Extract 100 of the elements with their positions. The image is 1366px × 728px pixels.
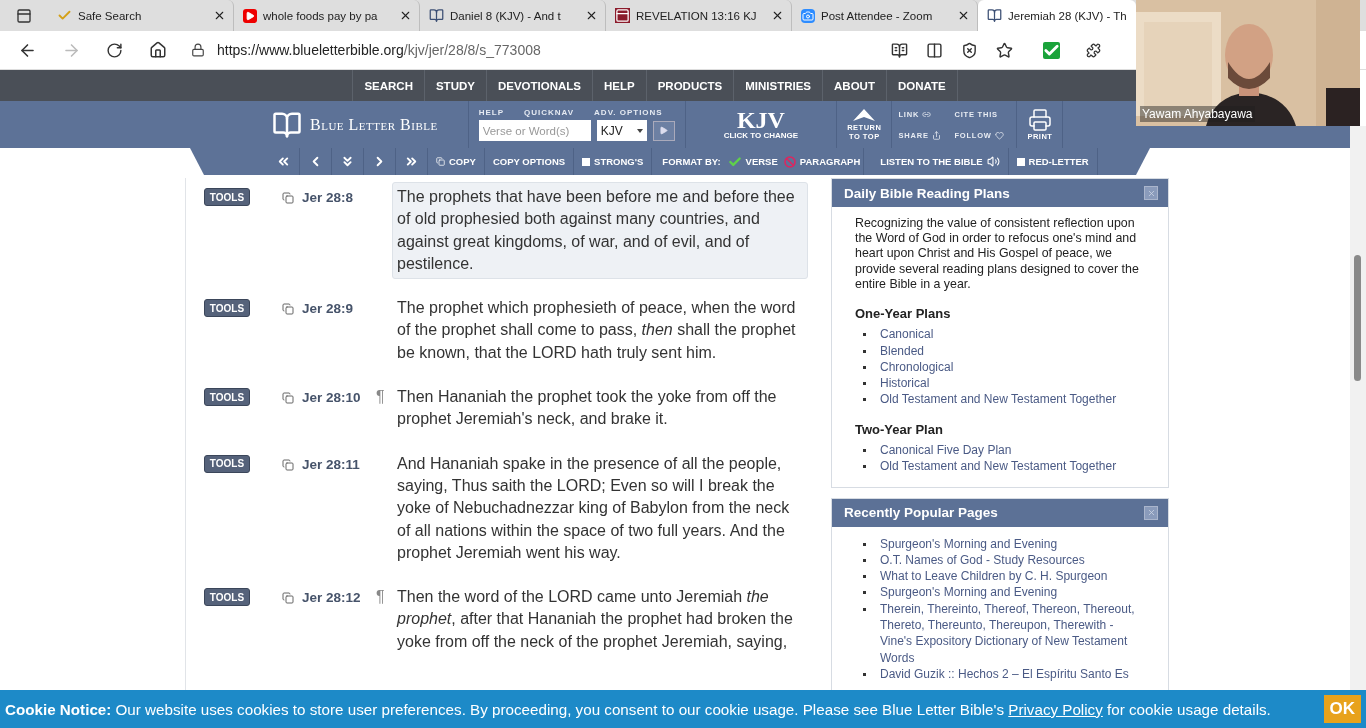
- privacy-policy-link[interactable]: Privacy Policy: [1008, 700, 1103, 718]
- reader-view-icon[interactable]: [926, 41, 943, 59]
- tab-actions-icon[interactable]: [16, 7, 32, 24]
- format-option[interactable]: VERSE: [724, 148, 781, 175]
- browser-tab[interactable]: Daniel 8 (KJV) - And t: [420, 0, 606, 31]
- toggle-option[interactable]: STRONG'S: [574, 148, 653, 175]
- bullet-icon: [863, 465, 866, 469]
- no-sign-icon: [783, 155, 796, 168]
- search-field[interactable]: Verse or Word(s): [478, 120, 591, 141]
- cookie-notice: Cookie Notice: Our website uses cookies to store user preferences. By proceeding, you consent to our cookie usage. Please see Blue Letter Bible's Privacy Policy for cookie usage details.: [5, 700, 1271, 718]
- go-button[interactable]: [652, 120, 675, 141]
- panel-intro: Recognizing the value of consistent reflection upon the Word of God in order to refocus one's mind and heart upon Christ and His Gospel of peace, we provide several reading plans designed to cover the entire Bible in a year.: [855, 216, 1140, 292]
- copy-icon[interactable]: [282, 458, 294, 471]
- panel-link[interactable]: Blended: [880, 342, 925, 359]
- panel-link[interactable]: Therein, Thereinto, Thereof, Thereon, Thereout, Thereto, Thereunto, Thereupon, Therewith - Vine's Expository Dictionary of New Testament Words: [880, 600, 1142, 666]
- extension-icon[interactable]: [1043, 41, 1060, 59]
- copy-button[interactable]: COPY: [428, 148, 485, 175]
- puzzle-icon[interactable]: [1086, 42, 1101, 58]
- verse-reference[interactable]: Jer 28:12: [302, 590, 376, 606]
- listen-button[interactable]: LISTEN TO THE BIBLE: [863, 148, 1009, 175]
- scrollbar[interactable]: [1350, 126, 1366, 690]
- double-right-icon: [404, 154, 419, 169]
- verse-text[interactable]: Then Hananiah the prophet took the yoke from off the prophet Jeremiah's neck, and brake it.: [392, 382, 808, 435]
- tools-button[interactable]: TOOLS: [204, 188, 250, 206]
- read-aloud-icon[interactable]: [891, 41, 908, 59]
- copy-icon: [436, 157, 445, 166]
- panel-link[interactable]: David Guzik :: Hechos 2 – El Espíritu Santo Es: [880, 665, 1129, 683]
- bullet-icon: [863, 365, 866, 369]
- checkbox[interactable]: [1016, 157, 1025, 166]
- tools-button[interactable]: TOOLS: [204, 588, 250, 607]
- panel-link[interactable]: Historical: [880, 375, 930, 392]
- browser-tab[interactable]: whole foods pay by pa: [234, 0, 420, 31]
- panel-link[interactable]: Old Testament and New Testament Together: [880, 391, 1117, 408]
- favorites-icon[interactable]: [996, 41, 1013, 59]
- panel-link[interactable]: Spurgeon's Morning and Evening: [880, 535, 1058, 552]
- copy-options-button[interactable]: COPY OPTIONS: [484, 148, 575, 175]
- verse-text[interactable]: The prophets that have been before me and before thee of old prophesied both against many countries, and against great kingdoms, of war, and of evil, and of pestilence.: [392, 182, 808, 280]
- verse-text[interactable]: The prophet which prophesieth of peace, when the word of the prophet shall come to pass, then shall the prophet be known, that the LORD hath truly sent him.: [392, 293, 808, 369]
- heart-icon: [994, 130, 1004, 140]
- close-icon[interactable]: [585, 9, 598, 22]
- panel-title: Recently Popular Pages: [844, 505, 998, 520]
- search-option-link[interactable]: HELP: [478, 108, 504, 117]
- home-icon[interactable]: [149, 41, 167, 59]
- format-label: FORMAT BY:: [661, 156, 722, 167]
- copy-icon[interactable]: [282, 592, 294, 605]
- browser-tab[interactable]: Jeremiah 28 (KJV) - Th: [978, 0, 1136, 31]
- verse-reference[interactable]: Jer 28:10: [302, 390, 376, 406]
- copy-icon[interactable]: [282, 392, 294, 405]
- book-icon: [429, 8, 444, 23]
- verse-reference[interactable]: Jer 28:9: [302, 301, 376, 317]
- panel-link[interactable]: Chronological: [880, 358, 954, 376]
- site-logo[interactable]: Blue Letter Bible: [272, 109, 438, 140]
- checkbox[interactable]: [582, 157, 591, 166]
- verse-text[interactable]: Then the word of the LORD came unto Jeremiah the prophet, after that Hananiah the prophet had broken the yoke from off the neck of the prophet Jeremiah, saying,: [392, 582, 808, 658]
- search-option-link[interactable]: ADV. OPTIONS: [594, 108, 663, 117]
- version-select[interactable]: KJV: [596, 120, 647, 141]
- format-option[interactable]: PARAGRAPH: [780, 148, 864, 175]
- share-icon: [931, 130, 941, 140]
- panel-link[interactable]: Canonical Five Day Plan: [880, 441, 1012, 459]
- refresh-icon[interactable]: [106, 41, 123, 59]
- close-icon: [1146, 508, 1156, 517]
- browser-tab[interactable]: Safe Search: [48, 0, 234, 31]
- bullet-icon: [863, 398, 866, 402]
- copy-icon[interactable]: [282, 303, 294, 316]
- close-icon[interactable]: [399, 9, 412, 22]
- tools-button[interactable]: TOOLS: [204, 299, 250, 318]
- panel-link[interactable]: Old Testament and New Testament Together: [880, 458, 1117, 475]
- search-option-link[interactable]: QUICKNAV: [524, 108, 575, 117]
- verse-reference[interactable]: Jer 28:8: [302, 190, 376, 205]
- verse-reference[interactable]: Jer 28:11: [302, 456, 376, 472]
- tools-button[interactable]: TOOLS: [204, 454, 250, 473]
- toggle-option[interactable]: RED-LETTER: [1008, 148, 1098, 175]
- browser-tab[interactable]: REVELATION 13:16 KJ: [606, 0, 792, 31]
- participant-name: Yawam Ahyabayawa: [1140, 106, 1255, 122]
- copy-icon[interactable]: [282, 192, 294, 204]
- close-icon[interactable]: [771, 9, 784, 22]
- verse-text[interactable]: And Hananiah spake in the presence of all the people, saying, Thus saith the LORD; Even so will I break the yoke of Nebuchadnezzar king of Babylon from the neck of all nations within the space of two full years. And the prophet Jeremiah went his way.: [392, 448, 808, 569]
- arrow-up-icon: [853, 108, 876, 123]
- tools-button[interactable]: TOOLS: [204, 388, 250, 407]
- bullet-icon: [863, 591, 866, 595]
- panel-link[interactable]: Spurgeon's Morning and Evening: [880, 584, 1058, 601]
- panel-link[interactable]: O.T. Names of God - Study Resources: [880, 551, 1085, 569]
- camera-icon: [801, 8, 815, 23]
- tracking-icon[interactable]: [961, 41, 978, 59]
- section-heading: Two-Year Plan: [855, 421, 944, 437]
- close-icon[interactable]: [957, 9, 970, 22]
- close-button[interactable]: [1144, 505, 1158, 520]
- panel-link[interactable]: What to Leave Children by C. H. Spurgeon: [880, 568, 1108, 585]
- paragraph-mark: ¶: [376, 588, 386, 607]
- check-icon: [57, 8, 72, 23]
- printer-icon: [1027, 108, 1052, 132]
- bookmark-icon: [615, 8, 630, 23]
- play-icon: [243, 8, 257, 23]
- panel-title: Daily Bible Reading Plans: [844, 185, 1010, 201]
- version-button[interactable]: KJV CLICK TO CHANGE: [685, 109, 837, 140]
- play-icon: [659, 126, 669, 135]
- section-heading: One-Year Plans: [855, 306, 952, 322]
- close-icon[interactable]: [213, 9, 226, 22]
- bullet-icon: [863, 558, 866, 562]
- panel-link[interactable]: Canonical: [880, 326, 934, 343]
